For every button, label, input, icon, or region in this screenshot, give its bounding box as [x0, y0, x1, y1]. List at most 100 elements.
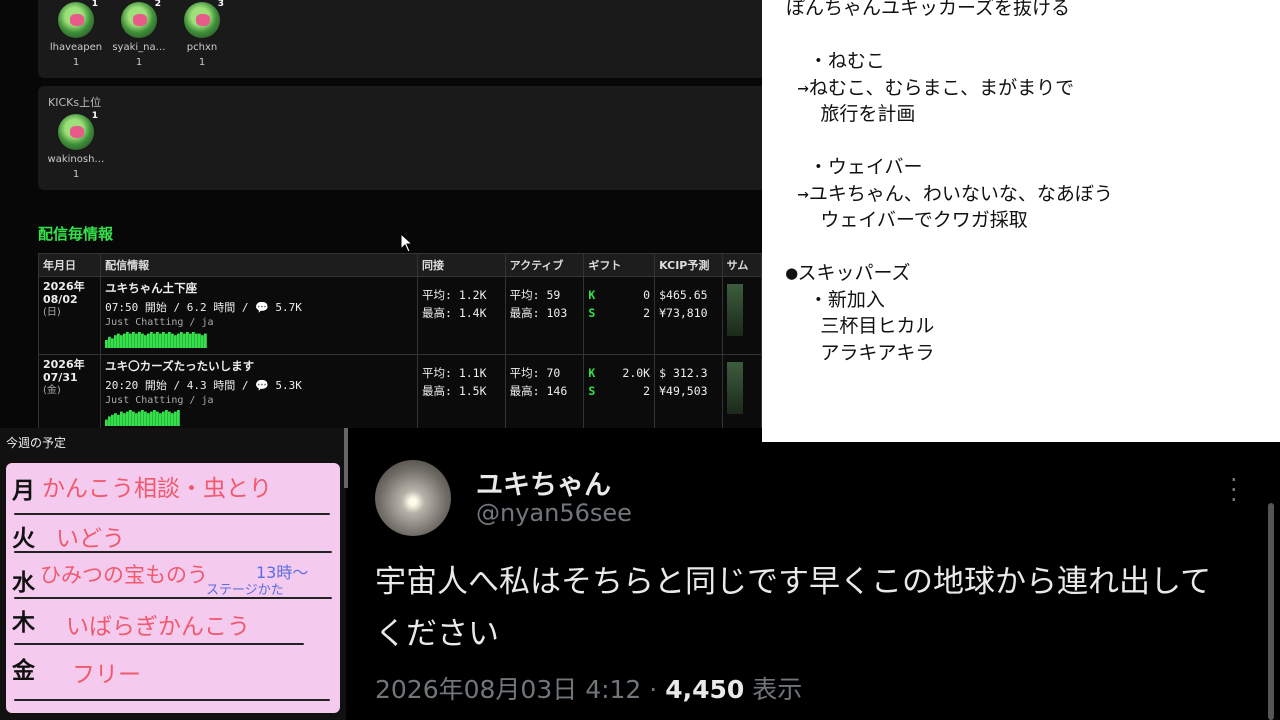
- sparkline-bar: [174, 335, 177, 348]
- sparkline-bar: [141, 333, 144, 348]
- tweet-timestamp[interactable]: 2026年08月03日 4:12 ·: [375, 675, 665, 704]
- sparkline-bar: [108, 416, 111, 426]
- sparkline-bar: [168, 332, 171, 348]
- avatar: 2: [121, 0, 161, 38]
- stream-title[interactable]: ユキ〇カーズたったいします: [105, 358, 413, 374]
- sparkline-bar: [144, 335, 147, 348]
- sparkline-bar: [117, 333, 120, 348]
- sparkline-bar: [114, 413, 117, 426]
- column-header[interactable]: 配信情報: [100, 253, 418, 277]
- sparkline-bar: [105, 419, 108, 426]
- table-row[interactable]: 2026年 08/02 (日) ユキちゃん土下座 07:50 開始 / 6.2 …: [37, 276, 762, 355]
- viewer-entry[interactable]: 1 lhaveapen 1: [41, 0, 111, 68]
- tweet-author-name[interactable]: ユキちゃん: [476, 463, 611, 502]
- tweet-card: ユキちゃん @nyan56see · · · 宇宙人へ私はそちらと同じです早くこの地…: [350, 443, 1280, 720]
- kicks-icon: K: [588, 366, 596, 380]
- scrollbar[interactable]: [1268, 503, 1274, 720]
- weekday: (金): [43, 385, 61, 396]
- tweet-text: 宇宙人へ私はそちらと同じです早くこの地球から連れ出してください: [375, 564, 1212, 652]
- sparkline-bar: [153, 333, 156, 348]
- sparkline-bar: [144, 411, 147, 426]
- table-row[interactable]: 2026年 07/31 (金) ユキ〇カーズたったいします 20:20 開始 /…: [37, 354, 762, 428]
- day-task: かんこう相談・虫とり: [42, 476, 272, 502]
- viewer-name: lhaveapen: [49, 42, 103, 53]
- column-header[interactable]: アクティブ: [504, 253, 585, 277]
- rank-badge: 2: [154, 0, 161, 9]
- stream-start: 20:20 開始 / 4.3 時間 / 💬 5.3K: [105, 379, 302, 392]
- column-header[interactable]: 年月日: [37, 253, 102, 277]
- day-label: 水: [12, 570, 35, 596]
- year: 2026年: [43, 280, 85, 293]
- weekday: (日): [43, 307, 61, 318]
- sparkline-bar: [117, 414, 120, 426]
- memo-line: ・新加入: [786, 288, 885, 311]
- sparkline-bar: [192, 332, 195, 348]
- tweet-meta: 2026年08月03日 4:12 · 4,450 表示: [375, 670, 802, 706]
- stream-thumbnail[interactable]: [726, 284, 743, 336]
- thumbnail-cell: [721, 354, 762, 428]
- kcip-usd: $ 312.3: [659, 366, 708, 380]
- stream-title[interactable]: ユキちゃん土下座: [105, 280, 413, 296]
- sparkline-bar: [159, 333, 162, 348]
- date-cell: 2026年 08/02 (日): [37, 276, 102, 355]
- tweet-author-handle[interactable]: @nyan56see: [476, 499, 632, 527]
- sparkline-bar: [195, 333, 198, 348]
- kcip-cell: $ 312.3 ¥49,503: [654, 354, 723, 428]
- avatar: 3: [184, 0, 224, 38]
- active-avg: 平均: 59: [509, 288, 561, 302]
- concurrent-avg: 平均: 1.1K: [421, 366, 487, 380]
- concurrent-max: 最高: 1.5K: [421, 384, 487, 398]
- more-options-icon[interactable]: · · ·: [1230, 468, 1238, 512]
- active-max: 最高: 103: [509, 306, 568, 320]
- column-header[interactable]: ギフト: [583, 253, 656, 277]
- day-label: 火: [12, 526, 35, 552]
- rank-badge: 3: [217, 0, 224, 9]
- table-header-row: 年月日 配信情報 同接 アクティブ ギフト KCIP予測 サム: [37, 253, 762, 277]
- sparkline-bar: [129, 333, 132, 348]
- sparkline-bar: [177, 333, 180, 348]
- viewer-entry[interactable]: 2 syaki_na… 1: [104, 0, 174, 68]
- date-cell: 2026年 07/31 (金): [37, 354, 102, 428]
- stream-start: 07:50 開始 / 6.2 時間 / 💬 5.7K: [105, 301, 302, 314]
- year: 2026年: [43, 358, 85, 371]
- sparkline-bar: [111, 414, 114, 426]
- sparkline-bar: [174, 411, 177, 426]
- sparkline-bar: [201, 335, 204, 348]
- sparkline-bar: [162, 411, 165, 426]
- kcip-jpy: ¥49,503: [659, 384, 708, 398]
- sparkline-bar: [204, 333, 207, 348]
- stream-stats-panel: 1 lhaveapen 1 2 syaki_na… 1 3 pchxn 1 KI…: [0, 0, 762, 428]
- column-header[interactable]: サム: [721, 253, 762, 277]
- memo-line: →ユキちゃん、わいないな、なあぼう: [786, 182, 1113, 205]
- sparkline-bar: [168, 411, 171, 426]
- sparkline-bar: [177, 410, 180, 426]
- sparkline-bar: [183, 333, 186, 348]
- viewer-entry[interactable]: 1 wakinosh… 1: [41, 111, 111, 180]
- sparkline-bar: [156, 411, 159, 426]
- column-header[interactable]: 同接: [416, 253, 506, 277]
- avatar[interactable]: [375, 460, 451, 536]
- memo-line: アラキアキラ: [786, 341, 935, 364]
- avatar: 1: [58, 111, 98, 150]
- handwritten-board: 月 かんこう相談・虫とり 火 いどう 水 ひみつの宝ものう 13時〜 ステージか…: [6, 463, 340, 713]
- gift-kicks: 0: [643, 288, 651, 302]
- stream-thumbnail[interactable]: [726, 362, 743, 414]
- sparkline-bar: [180, 332, 183, 348]
- day-label: 金: [12, 658, 35, 684]
- top-viewers-card: 1 lhaveapen 1 2 syaki_na… 1 3 pchxn 1: [38, 0, 762, 78]
- day-task: いばらぎかんこう: [66, 614, 250, 640]
- sparkline-bar: [123, 413, 126, 426]
- sparkline-bar: [186, 332, 189, 348]
- gift-cell: K 2.0K S 2: [583, 354, 656, 428]
- column-header[interactable]: KCIP予測: [654, 253, 723, 277]
- viewer-entry[interactable]: 3 pchxn 1: [167, 0, 237, 68]
- active-cell: 平均: 59 最高: 103: [504, 276, 585, 355]
- day-task: フリー: [72, 662, 141, 688]
- divider: [14, 551, 332, 553]
- viewer-count: 1: [135, 57, 143, 68]
- viewer-name: pchxn: [186, 42, 218, 53]
- concurrent-cell: 平均: 1.2K 最高: 1.4K: [416, 276, 506, 355]
- kicks-label: KICKs上位: [48, 96, 102, 109]
- active-cell: 平均: 70 最高: 146: [504, 354, 585, 428]
- sparkline-bar: [120, 411, 123, 426]
